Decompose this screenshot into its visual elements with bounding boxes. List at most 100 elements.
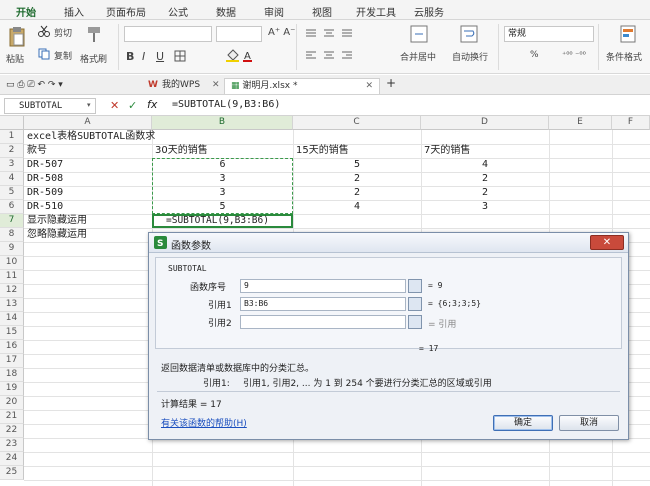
row-header[interactable]: 4 [0,172,24,186]
column-header-c[interactable]: C [293,116,421,130]
decimal-buttons[interactable]: ⁺⁰⁰ ⁻⁰⁰ [562,50,586,59]
row-header[interactable]: 16 [0,340,24,354]
tab-developer[interactable]: 开发工具 [356,4,396,19]
quick-access-toolbar[interactable]: ▭ ⎙ ⎚ ↶ ↷ ▾ [6,78,63,94]
tab-cloud[interactable]: 云服务 [414,4,444,19]
cell-c6[interactable]: 4 [293,200,421,214]
underline-button[interactable]: U [156,50,164,63]
paste-button[interactable]: 粘贴 [6,52,24,65]
cell-c5[interactable]: 2 [293,186,421,200]
row-header[interactable]: 22 [0,424,24,438]
row-header[interactable]: 25 [0,466,24,480]
name-box[interactable]: SUBTOTAL [4,98,96,114]
percent-button[interactable]: % [530,50,539,60]
cell-a1[interactable]: excel表格SUBTOTAL函数求 [24,130,155,144]
cell-b6[interactable]: 5 [152,200,293,214]
copy-icon[interactable] [38,48,50,60]
cancel-formula-button[interactable]: ✕ [110,99,119,112]
column-header-f[interactable]: F [612,116,650,130]
wrap-text-icon[interactable] [460,25,478,43]
fill-color-icon[interactable]: A [226,49,266,63]
cell-a2[interactable]: 款号 [24,144,47,158]
tab-data[interactable]: 数据 [216,4,236,19]
alignment-icons[interactable] [304,28,388,64]
cell-d5[interactable]: 2 [421,186,549,200]
tab-home[interactable]: 开始 [12,4,40,24]
close-button[interactable]: ✕ [590,235,624,250]
cell-a7[interactable]: 显示隐藏运用 [24,214,87,228]
range-picker-icon[interactable] [408,279,422,293]
cell-b7[interactable]: =SUBTOTAL(9,B3:B6) [163,214,269,228]
row-header[interactable]: 20 [0,396,24,410]
chevron-down-icon[interactable]: ▾ [87,101,91,109]
cell-a8[interactable]: 忽略隐藏运用 [24,228,87,242]
tab-insert[interactable]: 插入 [64,4,84,19]
arg2-input[interactable]: B3:B6 [240,297,406,311]
arg1-input[interactable]: 9 [240,279,406,293]
tab-review[interactable]: 审阅 [264,4,284,19]
select-all-corner[interactable] [0,116,24,130]
merge-center-button[interactable]: 合并居中 [400,50,436,63]
row-header[interactable]: 9 [0,242,24,256]
formula-input[interactable]: =SUBTOTAL(9,B3:B6) [172,99,280,110]
new-tab-button[interactable]: + [386,76,396,92]
copy-button[interactable]: 复制 [54,49,72,62]
row-header[interactable]: 5 [0,186,24,200]
cell-c4[interactable]: 2 [293,172,421,186]
italic-button[interactable]: I [142,50,145,63]
tab-view[interactable]: 视图 [312,4,332,19]
row-header[interactable]: 7 [0,214,24,228]
confirm-formula-button[interactable]: ✓ [128,99,137,112]
wrap-text-button[interactable]: 自动换行 [452,50,488,63]
row-header[interactable]: 11 [0,270,24,284]
cell-a4[interactable]: DR-508 [24,172,63,186]
row-header[interactable]: 23 [0,438,24,452]
tab-my-wps[interactable]: 我的WPS [162,78,200,94]
row-header[interactable]: 8 [0,228,24,242]
tab-page-layout[interactable]: 页面布局 [106,4,146,19]
range-picker-icon[interactable] [408,297,422,311]
font-grow-shrink[interactable]: A⁺ A⁻ [268,27,295,38]
row-header[interactable]: 21 [0,410,24,424]
cancel-button[interactable]: 取消 [559,415,619,431]
row-header[interactable]: 1 [0,130,24,144]
row-header[interactable]: 13 [0,298,24,312]
row-header[interactable]: 17 [0,354,24,368]
close-icon[interactable]: ✕ [365,79,373,93]
cell-a6[interactable]: DR-510 [24,200,63,214]
cell-b5[interactable]: 3 [152,186,293,200]
conditional-format-icon[interactable] [620,25,636,43]
conditional-format-button[interactable]: 条件格式 [606,50,642,63]
row-header[interactable]: 18 [0,368,24,382]
cell-b2[interactable]: 30天的销售 [152,144,208,158]
arg3-input[interactable] [240,315,406,329]
bold-button[interactable]: B [126,50,134,63]
number-format-select[interactable]: 常规 [504,26,594,42]
format-painter-icon[interactable] [86,26,102,44]
function-help-link[interactable]: 有关该函数的帮助(H) [161,416,247,429]
tab-document[interactable]: ▦ 谢明月.xlsx * ✕ [224,78,380,94]
range-picker-icon[interactable] [408,315,422,329]
cell-d3[interactable]: 4 [421,158,549,172]
insert-function-button[interactable]: fx [147,98,157,111]
cell-c3[interactable]: 5 [293,158,421,172]
row-header[interactable]: 15 [0,326,24,340]
row-header[interactable]: 6 [0,200,24,214]
cell-a3[interactable]: DR-507 [24,158,63,172]
cell-d6[interactable]: 3 [421,200,549,214]
row-header[interactable]: 2 [0,144,24,158]
row-header[interactable]: 19 [0,382,24,396]
cell-c2[interactable]: 15天的销售 [293,144,349,158]
row-header[interactable]: 24 [0,452,24,466]
cell-d2[interactable]: 7天的销售 [421,144,470,158]
row-header[interactable]: 12 [0,284,24,298]
cell-b3[interactable]: 6 [152,158,293,172]
font-name-select[interactable] [124,26,212,42]
cell-a5[interactable]: DR-509 [24,186,63,200]
tab-formulas[interactable]: 公式 [168,4,188,19]
column-header-b[interactable]: B [152,116,293,130]
column-header-e[interactable]: E [549,116,612,130]
row-header[interactable]: 3 [0,158,24,172]
border-icon[interactable] [174,50,204,62]
row-header[interactable]: 10 [0,256,24,270]
